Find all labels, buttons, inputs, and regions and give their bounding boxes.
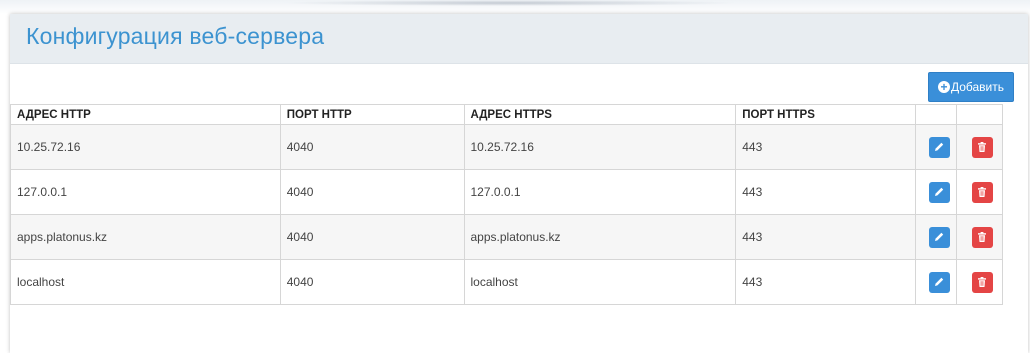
pencil-icon	[935, 232, 944, 241]
cell-edit	[915, 214, 957, 260]
trash-icon	[978, 232, 987, 242]
plus-circle-icon: +	[937, 81, 950, 93]
cell-http-address: 10.25.72.16	[10, 124, 281, 170]
cell-http-address: 127.0.0.1	[10, 169, 281, 215]
panel-header: Конфигурация веб-сервера	[10, 14, 1028, 64]
table-row: apps.platonus.kz 4040 apps.platonus.kz 4…	[10, 214, 1004, 260]
cell-delete	[955, 124, 1004, 170]
trash-icon	[978, 277, 987, 287]
page-title: Конфигурация веб-сервера	[26, 23, 325, 49]
cell-delete	[955, 169, 1004, 215]
cell-http-address: apps.platonus.kz	[10, 214, 281, 260]
pencil-icon	[935, 142, 944, 151]
table-row: 127.0.0.1 4040 127.0.0.1 443	[10, 169, 1004, 215]
cell-http-port: 4040	[279, 124, 465, 170]
column-header-https-port[interactable]: ПОРТ HTTPS	[735, 104, 917, 125]
cell-https-port: 443	[735, 214, 917, 260]
table-header-row: АДРЕС HTTP ПОРТ HTTP АДРЕС HTTPS ПОРТ HT…	[10, 104, 1004, 125]
cell-edit	[915, 124, 957, 170]
edit-button[interactable]	[928, 271, 950, 293]
edit-button[interactable]	[928, 136, 950, 158]
window-top-edge	[0, 0, 1030, 14]
edit-button[interactable]	[928, 226, 950, 248]
delete-button[interactable]	[971, 181, 993, 203]
cell-http-port: 4040	[279, 259, 465, 305]
trash-icon	[978, 187, 987, 197]
column-header-https-address[interactable]: АДРЕС HTTPS	[463, 104, 737, 125]
cell-https-address: 10.25.72.16	[463, 124, 737, 170]
column-header-http-address[interactable]: АДРЕС HTTP	[10, 104, 281, 125]
cell-https-address: apps.platonus.kz	[463, 214, 737, 260]
delete-button[interactable]	[971, 271, 993, 293]
cell-edit	[915, 259, 957, 305]
cell-https-port: 443	[735, 124, 917, 170]
pencil-icon	[935, 277, 944, 286]
cell-http-address: localhost	[10, 259, 281, 305]
column-header-delete	[955, 104, 1004, 125]
cell-https-port: 443	[735, 169, 917, 215]
web-server-table: АДРЕС HTTP ПОРТ HTTP АДРЕС HTTPS ПОРТ HT…	[10, 104, 1004, 305]
cell-edit	[915, 169, 957, 215]
trash-icon	[978, 142, 987, 152]
add-button-label: Добавить	[950, 80, 1005, 94]
delete-button[interactable]	[971, 136, 993, 158]
column-header-edit	[915, 104, 957, 125]
cell-delete	[955, 214, 1004, 260]
cell-https-address: 127.0.0.1	[463, 169, 737, 215]
cell-https-address: localhost	[463, 259, 737, 305]
cell-http-port: 4040	[279, 169, 465, 215]
column-header-http-port[interactable]: ПОРТ HTTP	[279, 104, 465, 125]
add-button[interactable]: + Добавить	[928, 72, 1014, 102]
toolbar: + Добавить	[10, 64, 1028, 102]
cell-https-port: 443	[735, 259, 917, 305]
edit-button[interactable]	[928, 181, 950, 203]
cell-http-port: 4040	[279, 214, 465, 260]
cell-delete	[955, 259, 1004, 305]
table-row: 10.25.72.16 4040 10.25.72.16 443	[10, 124, 1004, 170]
delete-button[interactable]	[971, 226, 993, 248]
table-row: localhost 4040 localhost 443	[10, 259, 1004, 305]
pencil-icon	[935, 187, 944, 196]
